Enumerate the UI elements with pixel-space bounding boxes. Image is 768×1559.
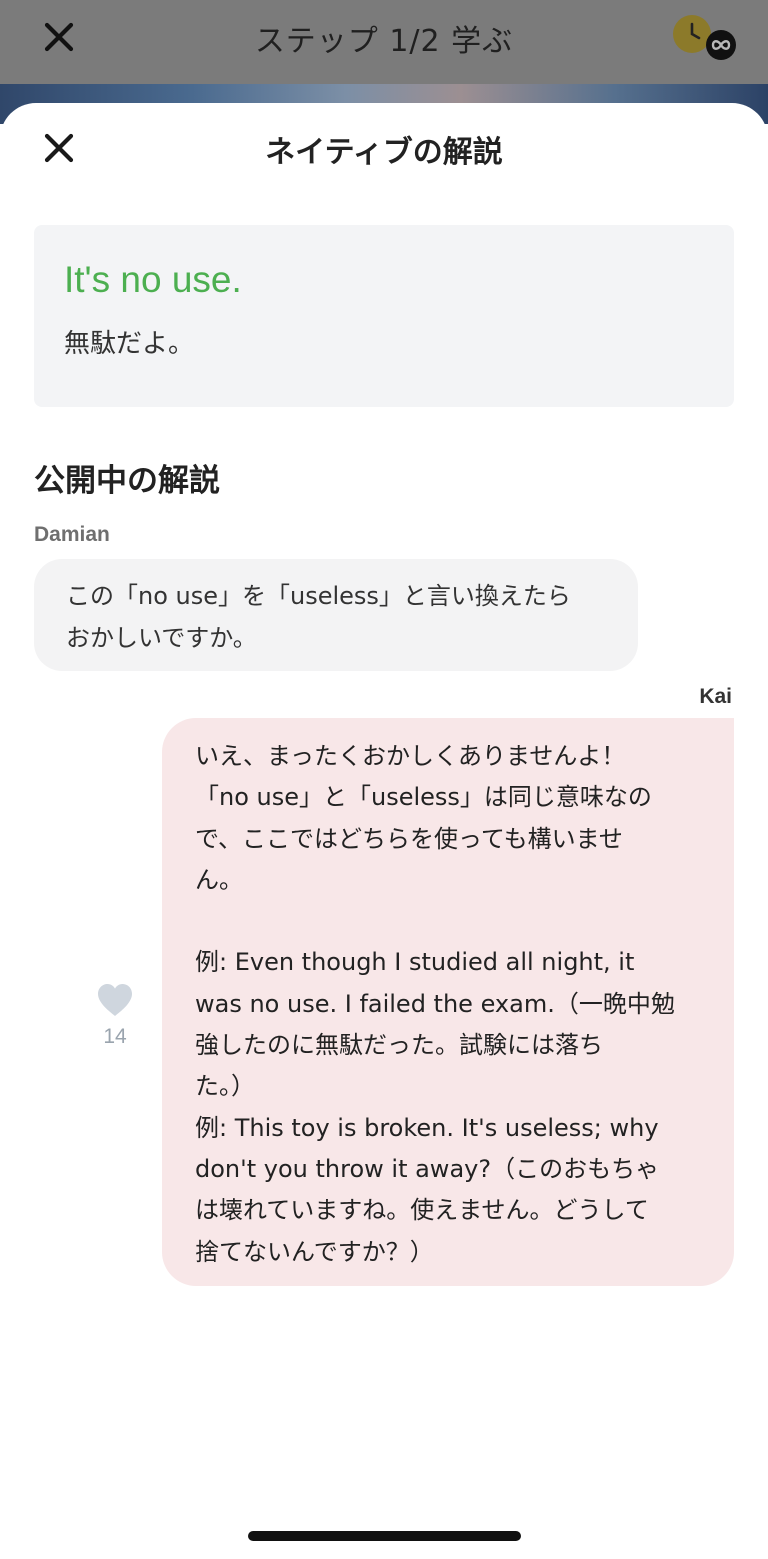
screen: ステップ 1/2 学ぶ ネイティブの解説 It's no use. 無駄だよ。 … (0, 0, 768, 1559)
infinity-icon (706, 30, 736, 60)
step-title: ステップ 1/2 学ぶ (254, 24, 514, 59)
phrase-english: It's no use. (64, 259, 242, 300)
like-button[interactable]: 14 (96, 983, 134, 1049)
answer-author: Kai (699, 685, 732, 708)
phrase-card: It's no use. 無駄だよ。 (34, 225, 734, 407)
public-comments-title: 公開中の解説 (34, 463, 220, 499)
timer-icon (673, 15, 711, 53)
native-explanation-sheet: ネイティブの解説 It's no use. 無駄だよ。 公開中の解説 Damia… (0, 103, 768, 1559)
question-text: この「no use」を「useless」と言い換えたら おかしいですか。 (66, 582, 571, 652)
home-indicator (248, 1531, 521, 1541)
answer-bubble: いえ、まったくおかしくありませんよ！ 「no use」と「useless」は同じ… (162, 718, 734, 1286)
timer-badge[interactable] (672, 14, 736, 62)
question-bubble: この「no use」を「useless」と言い換えたら おかしいですか。 (34, 559, 638, 671)
answer-text: いえ、まったくおかしくありませんよ！ 「no use」と「useless」は同じ… (195, 742, 675, 1266)
heart-icon (98, 984, 132, 1016)
like-count: 14 (103, 1025, 127, 1048)
phrase-japanese: 無駄だよ。 (64, 329, 195, 359)
sheet-title: ネイティブの解説 (265, 135, 503, 170)
background-header: ステップ 1/2 学ぶ (0, 0, 768, 84)
question-author: Damian (34, 523, 110, 546)
